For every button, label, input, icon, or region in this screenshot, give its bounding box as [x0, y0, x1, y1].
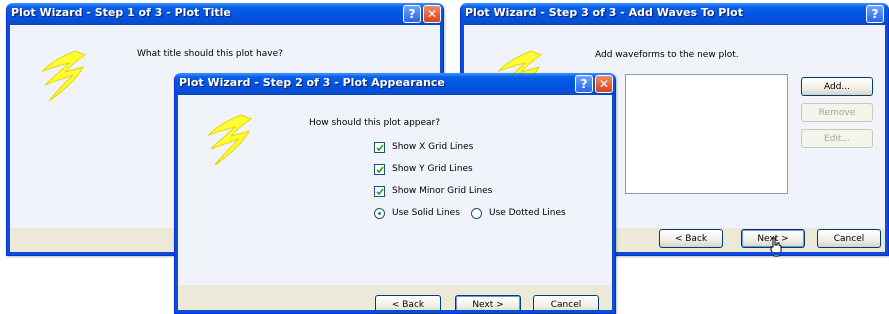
close-icon: ✕: [598, 77, 610, 91]
step3-title: Plot Wizard - Step 3 of 3 - Add Waves To…: [465, 6, 743, 19]
step1-titlebar[interactable]: Plot Wizard - Step 1 of 3 - Plot Title ?…: [7, 3, 443, 25]
step2-titlebar[interactable]: Plot Wizard - Step 2 of 3 - Plot Appeara…: [175, 73, 615, 95]
step2-title: Plot Wizard - Step 2 of 3 - Plot Appeara…: [179, 76, 445, 89]
help-icon: ?: [408, 7, 416, 21]
step3-help-button[interactable]: ?: [866, 5, 884, 23]
step1-help-button[interactable]: ?: [403, 5, 421, 23]
step2-frame: [175, 95, 615, 313]
help-icon: ?: [580, 77, 588, 91]
step2-close-button[interactable]: ✕: [595, 75, 613, 93]
step2-help-button[interactable]: ?: [575, 75, 593, 93]
step2-dialog: Plot Wizard - Step 2 of 3 - Plot Appeara…: [174, 73, 616, 314]
step3-titlebar[interactable]: Plot Wizard - Step 3 of 3 - Add Waves To…: [461, 3, 888, 25]
close-icon: ✕: [426, 7, 438, 21]
help-icon: ?: [871, 7, 879, 21]
step1-title: Plot Wizard - Step 1 of 3 - Plot Title: [11, 6, 231, 19]
step1-close-button[interactable]: ✕: [423, 5, 441, 23]
